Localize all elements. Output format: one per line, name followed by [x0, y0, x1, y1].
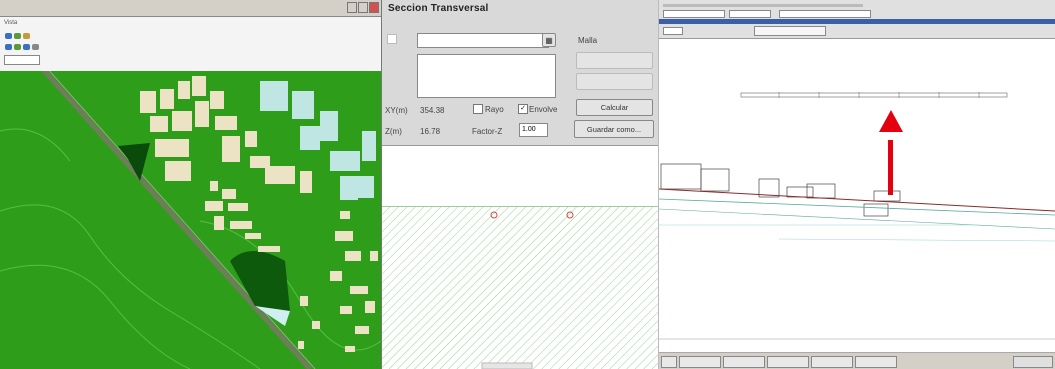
view-combo[interactable]: [663, 27, 683, 35]
close-button[interactable]: [369, 2, 379, 13]
taskbar-item[interactable]: [855, 356, 897, 368]
folder-icon[interactable]: ▦: [542, 33, 556, 47]
selection-checkbox[interactable]: [387, 34, 397, 44]
globe-icon[interactable]: [5, 33, 12, 39]
profile-strip: [740, 92, 1008, 98]
terrain-view[interactable]: [0, 71, 381, 369]
description-area[interactable]: [417, 54, 556, 98]
linetype-combo[interactable]: [779, 10, 871, 18]
profile-line: [659, 208, 1055, 230]
taskbar: [659, 352, 1055, 369]
terrain-profile-line: [659, 188, 1055, 212]
factor-z-label: Factor-Z: [472, 127, 503, 136]
xy-label: XY(m): [385, 106, 408, 115]
color-combo[interactable]: [729, 10, 771, 18]
terrain-section-fill: [382, 206, 658, 369]
edit-icon[interactable]: [23, 33, 30, 39]
pan-icon[interactable]: [14, 44, 21, 50]
z-value: 16.78: [420, 127, 441, 136]
profile-line: [659, 198, 1055, 216]
factor-z-input[interactable]: 1.00: [519, 123, 548, 137]
calcular-button[interactable]: Calcular: [576, 99, 653, 116]
section-name-field[interactable]: [417, 33, 549, 48]
guardar-como-button[interactable]: Guardar como...: [574, 120, 654, 138]
cross-section-dialog: Seccion Transversal ▦ Malla XY(m) 354.38…: [382, 0, 658, 146]
arrow-shaft: [888, 140, 893, 195]
profile-drawing[interactable]: [659, 39, 1055, 351]
envolvente-label: Envolve: [529, 105, 558, 114]
start-button[interactable]: [661, 356, 677, 368]
envolvente-checkbox[interactable]: ✓: [518, 104, 528, 114]
maximize-button[interactable]: [358, 2, 368, 13]
drawing-title-bar: [659, 19, 1055, 24]
taskbar-item[interactable]: [679, 356, 721, 368]
taskbar-item[interactable]: [811, 356, 853, 368]
malla-option-button-2[interactable]: [576, 73, 653, 90]
rayo-checkbox[interactable]: [473, 104, 483, 114]
cad-toolbars: [659, 0, 1055, 39]
cross-section-window: Seccion Transversal ▦ Malla XY(m) 354.38…: [382, 0, 659, 369]
system-tray: [1013, 356, 1053, 368]
dialog-title: Seccion Transversal: [388, 3, 489, 14]
rotate-icon[interactable]: [23, 44, 30, 50]
zoom-icon[interactable]: [5, 44, 12, 50]
snap-toolbar[interactable]: [754, 26, 826, 36]
arrow-up-icon: [879, 110, 903, 132]
taskbar-item[interactable]: [767, 356, 809, 368]
title-bar: [0, 0, 381, 17]
z-label: Z(m): [385, 127, 402, 136]
building-section-boxes: [660, 163, 901, 217]
layer-combo[interactable]: [663, 10, 725, 18]
window-controls: [347, 2, 379, 13]
toolbar: Vista: [0, 17, 381, 71]
scroll-thumb: [481, 362, 533, 369]
malla-option-button-1[interactable]: [576, 52, 653, 69]
malla-label: Malla: [578, 36, 598, 45]
menu-vista[interactable]: Vista: [4, 20, 17, 26]
cross-section-plot: [382, 206, 658, 369]
view-icon[interactable]: [32, 44, 39, 50]
profile-cad-window: [659, 0, 1055, 369]
terrain-3d-window: Vista: [0, 0, 382, 369]
taskbar-item[interactable]: [723, 356, 765, 368]
xy-value: 354.38: [420, 106, 445, 115]
layer-icon[interactable]: [14, 33, 21, 39]
profile-line: [778, 238, 1055, 242]
scale-combo[interactable]: [4, 55, 40, 65]
rayo-label: Rayo: [485, 105, 504, 114]
minimize-button[interactable]: [347, 2, 357, 13]
